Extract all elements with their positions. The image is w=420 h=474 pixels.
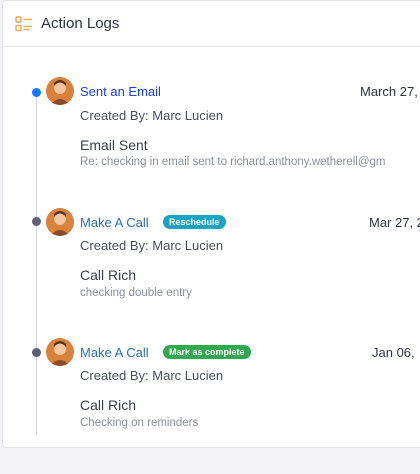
timeline-dot <box>32 217 41 226</box>
created-by: Created By: Marc Lucien <box>80 108 224 123</box>
log-subject: Call Rich <box>80 267 137 283</box>
timeline-dot <box>32 348 41 357</box>
log-subject: Email Sent <box>80 137 148 153</box>
card-header: Action Logs <box>3 1 420 47</box>
action-link[interactable]: Sent an Email <box>80 84 161 99</box>
log-detail: Checking on reminders <box>80 417 199 429</box>
action-link[interactable]: Make A Call <box>80 345 149 360</box>
action-link[interactable]: Make A Call <box>80 215 149 230</box>
log-date: March 27, <box>360 84 418 99</box>
timeline-line <box>36 93 37 435</box>
avatar <box>46 77 74 105</box>
avatar <box>46 208 74 236</box>
timeline-dot <box>32 88 41 97</box>
created-by: Created By: Marc Lucien <box>80 238 224 253</box>
status-badge: Mark as complete <box>163 345 251 359</box>
list-icon <box>15 16 33 32</box>
action-logs-card: Action Logs Sent an Email March 27, Crea… <box>2 0 420 448</box>
log-detail: Re: checking in email sent to richard.an… <box>80 156 386 168</box>
log-date: Mar 27, 2 <box>369 215 420 230</box>
page-title: Action Logs <box>41 15 120 32</box>
log-detail: checking double entry <box>80 287 192 299</box>
status-badge: Reschedule <box>163 215 226 229</box>
created-by: Created By: Marc Lucien <box>80 368 224 383</box>
log-date: Jan 06, <box>372 345 415 360</box>
log-subject: Call Rich <box>80 397 137 413</box>
avatar <box>46 338 74 366</box>
